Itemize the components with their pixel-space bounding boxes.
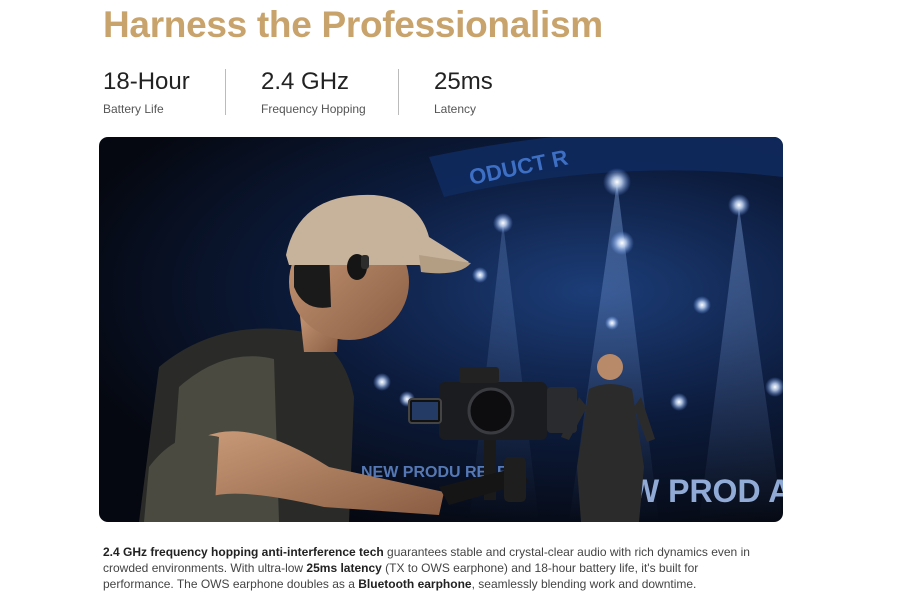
hero-illustration: ODUCT R NEW PRODU RELE W PROD ASE M: [139, 137, 783, 522]
stat-battery: 18-Hour Battery Life: [103, 68, 190, 116]
stat-latency-label: Latency: [434, 102, 477, 116]
stat-battery-label: Battery Life: [103, 102, 164, 116]
backdrop-text-right: W PROD ASE M: [629, 473, 783, 509]
spotlight: [765, 377, 783, 397]
spotlight: [472, 267, 488, 283]
desc-bold-frequency: 2.4 GHz frequency hopping anti-interfere…: [103, 545, 384, 559]
spotlight: [603, 168, 631, 196]
stat-frequency-value: 2.4 GHz: [261, 68, 350, 95]
stat-divider: [398, 69, 399, 115]
spotlight: [693, 296, 711, 314]
hero-image: ODUCT R NEW PRODU RELE W PROD ASE M: [99, 137, 783, 522]
description-paragraph: 2.4 GHz frequency hopping anti-interfere…: [103, 544, 763, 592]
desc-bold-latency: 25ms latency: [306, 561, 382, 575]
spotlight: [373, 373, 391, 391]
spotlight: [610, 231, 634, 255]
stat-frequency-label: Frequency Hopping: [261, 102, 366, 116]
stat-latency-value: 25ms: [434, 68, 493, 95]
desc-bold-bluetooth: Bluetooth earphone: [358, 577, 472, 591]
stat-battery-value: 18-Hour: [103, 68, 190, 95]
page-title: Harness the Professionalism: [103, 4, 603, 45]
stat-latency: 25ms Latency: [434, 68, 493, 116]
spotlight: [670, 393, 688, 411]
camera-rig: [408, 367, 577, 505]
desc-text: , seamlessly blending work and downtime.: [471, 577, 697, 591]
stat-divider: [225, 69, 226, 115]
spotlight: [493, 213, 513, 233]
stat-frequency: 2.4 GHz Frequency Hopping: [261, 68, 366, 116]
spotlight: [728, 194, 750, 216]
spotlight: [605, 316, 619, 330]
